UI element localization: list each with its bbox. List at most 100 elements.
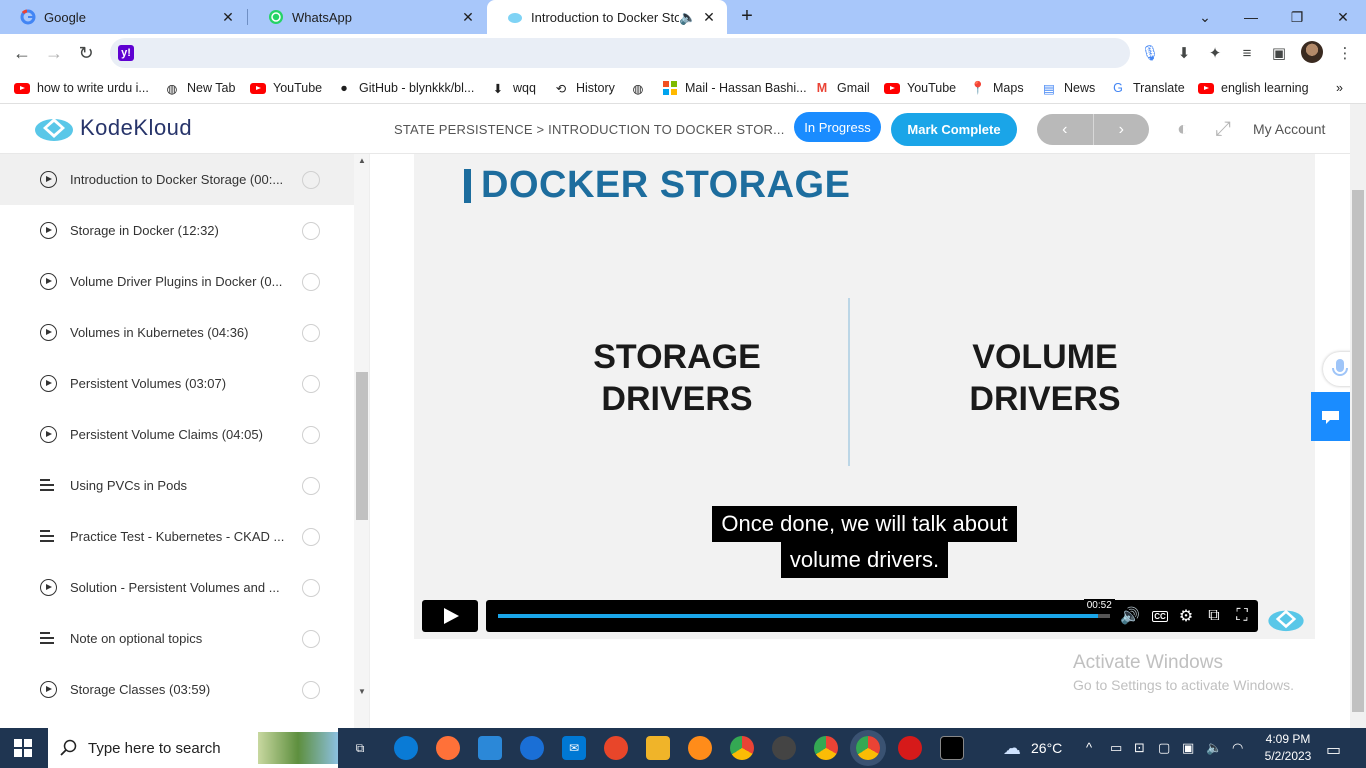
in-progress-button[interactable]: In Progress (794, 112, 881, 142)
lesson-item[interactable]: Solution - Persistent Volumes and ... (0, 562, 354, 613)
completion-circle-icon[interactable] (302, 272, 320, 291)
tab-search-icon[interactable]: ⌄ (1182, 0, 1228, 34)
scroll-down-arrow[interactable]: ▼ (356, 687, 368, 696)
bookmark-item[interactable]: YouTube (250, 78, 322, 98)
seek-bar[interactable]: 00:52 (498, 599, 1115, 618)
captions-icon[interactable]: CC (1152, 611, 1168, 622)
completion-circle-icon[interactable] (302, 425, 320, 444)
bookmark-item[interactable]: ⬇ wqq (490, 78, 536, 98)
chrome-profile-icon[interactable] (814, 736, 838, 760)
app-icon[interactable] (772, 736, 796, 760)
completion-circle-icon[interactable] (302, 374, 320, 393)
tray-app-icon[interactable]: ▢ (1158, 740, 1170, 756)
mail-icon[interactable]: ✉ (562, 736, 586, 760)
task-view-icon[interactable]: ⧉ (348, 736, 372, 760)
video-player[interactable]: DOCKER STORAGE STORAGE DRIVERS VOLUME DR… (414, 154, 1315, 639)
previous-lesson-button[interactable]: ‹ (1037, 114, 1094, 145)
back-button[interactable]: ← (8, 39, 36, 67)
breadcrumb[interactable]: STATE PERSISTENCE > INTRODUCTION TO DOCK… (394, 122, 785, 137)
chrome-active-icon[interactable] (856, 736, 880, 760)
completion-circle-icon[interactable] (302, 527, 320, 546)
lesson-item[interactable]: Note on optional topics (0, 613, 354, 664)
lesson-item[interactable]: Persistent Volume Claims (04:05) (0, 409, 354, 460)
volume-icon[interactable]: 🔊 (1120, 606, 1140, 626)
minimize-button[interactable]: — (1228, 0, 1274, 34)
edge-icon[interactable] (394, 736, 418, 760)
page-scrollbar[interactable] (1350, 104, 1366, 728)
battery-icon[interactable]: ▭ (1110, 740, 1122, 756)
system-clock[interactable]: 4:09 PM 5/2/2023 (1258, 731, 1318, 765)
next-lesson-button[interactable]: › (1094, 114, 1150, 145)
completion-circle-icon[interactable] (302, 680, 320, 699)
reload-button[interactable]: ↻ (72, 39, 100, 67)
lesson-item[interactable]: Volume Driver Plugins in Docker (0... (0, 256, 354, 307)
weather-icon[interactable]: ☁ (1000, 736, 1024, 760)
mark-complete-button[interactable]: Mark Complete (891, 113, 1017, 146)
expand-icon[interactable]: ⤢ (1211, 117, 1235, 141)
menu-icon[interactable]: ⋮ (1335, 43, 1355, 63)
dark-mode-icon[interactable]: ◐ (1171, 117, 1195, 141)
bookmarks-overflow-icon[interactable]: » (1336, 78, 1343, 98)
fullscreen-icon[interactable]: ⛶ (1232, 606, 1252, 626)
store-icon[interactable] (478, 736, 502, 760)
kodekloud-logo[interactable]: KodeKloud (34, 114, 192, 142)
lesson-item[interactable]: Practice Test - Kubernetes - CKAD ... (0, 511, 354, 562)
play-button[interactable] (422, 600, 478, 632)
lesson-item[interactable]: Storage in Docker (12:32) (0, 205, 354, 256)
close-tab-icon[interactable]: ✕ (460, 9, 476, 26)
bookmark-item[interactable]: 📍 Maps (970, 78, 1023, 98)
restore-button[interactable]: ❐ (1274, 0, 1320, 34)
microphone-icon[interactable]: 🎙 (1140, 43, 1160, 63)
app-icon[interactable] (604, 736, 628, 760)
settings-icon[interactable]: ⚙ (1176, 606, 1196, 626)
forward-button[interactable]: → (40, 39, 68, 67)
opera-icon[interactable] (898, 736, 922, 760)
bookmark-item[interactable]: Mail - Hassan Bashi... (662, 78, 807, 98)
tray-overflow-icon[interactable]: ^ (1086, 740, 1092, 755)
new-tab-button[interactable]: + (736, 6, 758, 28)
firefox-icon[interactable] (436, 736, 460, 760)
address-bar[interactable]: y! (110, 38, 1130, 68)
tray-app-icon[interactable]: ▣ (1182, 740, 1194, 756)
network-device-icon[interactable]: ⊡ (1134, 740, 1145, 756)
sidebar-scroll-thumb[interactable] (356, 372, 368, 520)
my-account-link[interactable]: My Account (1253, 121, 1325, 137)
extensions-icon[interactable]: ✦ (1205, 43, 1225, 63)
completion-circle-icon[interactable] (302, 170, 320, 189)
completion-circle-icon[interactable] (302, 578, 320, 597)
taskbar-search[interactable]: Type here to search (48, 728, 338, 768)
windows-start-icon[interactable] (14, 739, 32, 757)
bookmark-item[interactable]: ◍ (630, 78, 653, 98)
reading-list-icon[interactable]: ≡ (1237, 43, 1257, 63)
chat-widget-button[interactable] (1311, 392, 1350, 441)
completion-circle-icon[interactable] (302, 221, 320, 240)
download-extension-icon[interactable]: ⬇ (1174, 43, 1194, 63)
file-explorer-icon[interactable] (646, 736, 670, 760)
pip-icon[interactable]: ⧉ (1204, 606, 1224, 626)
bookmark-item[interactable]: ● GitHub - blynkkk/bl... (336, 78, 474, 98)
weather-temp[interactable]: 26°C (1031, 740, 1062, 756)
lesson-item[interactable]: Persistent Volumes (03:07) (0, 358, 354, 409)
tab-kodekloud[interactable]: Introduction to Docker Stora 🔈 ✕ (487, 0, 727, 34)
app-icon[interactable] (688, 736, 712, 760)
completion-circle-icon[interactable] (302, 629, 320, 648)
terminal-icon[interactable] (940, 736, 964, 760)
profile-avatar[interactable] (1301, 41, 1323, 63)
lesson-item[interactable]: Introduction to Docker Storage (00:... (0, 154, 354, 205)
tab-audio-icon[interactable]: 🔈 (679, 9, 696, 26)
volume-tray-icon[interactable]: 🔈 (1206, 740, 1222, 756)
app-icon[interactable] (520, 736, 544, 760)
bookmark-item[interactable]: YouTube (884, 78, 956, 98)
bookmark-item[interactable]: english learning (1198, 78, 1309, 98)
bookmark-item[interactable]: M Gmail (814, 78, 870, 98)
tab-whatsapp[interactable]: WhatsApp ✕ (248, 0, 486, 34)
scroll-up-arrow[interactable]: ▲ (356, 156, 368, 165)
bookmark-item[interactable]: ⟲ History (553, 78, 615, 98)
bookmark-item[interactable]: ▤ News (1041, 78, 1095, 98)
bookmark-item[interactable]: G Translate (1110, 78, 1185, 98)
bookmark-item[interactable]: ◍ New Tab (164, 78, 236, 98)
completion-circle-icon[interactable] (302, 323, 320, 342)
lesson-item[interactable]: Volumes in Kubernetes (04:36) (0, 307, 354, 358)
close-window-button[interactable]: ✕ (1320, 0, 1366, 34)
side-panel-icon[interactable]: ▣ (1269, 43, 1289, 63)
